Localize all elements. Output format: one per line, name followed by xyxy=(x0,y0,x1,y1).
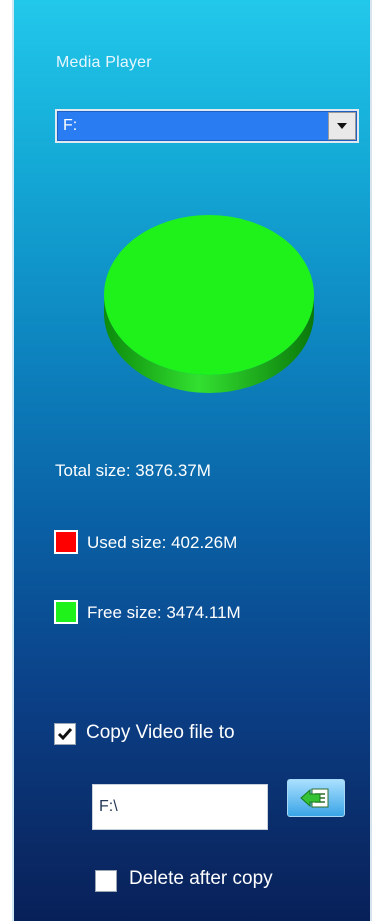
copy-video-label: Copy Video file to xyxy=(86,722,235,743)
copy-destination-button[interactable] xyxy=(287,779,345,817)
panel-title: Media Player xyxy=(56,54,152,71)
chevron-down-icon xyxy=(337,123,347,129)
drive-select[interactable]: F: xyxy=(55,109,359,143)
copy-arrow-icon xyxy=(300,788,329,808)
total-size-label: Total size: 3876.37M xyxy=(55,461,211,480)
used-size-label: Used size: 402.26M xyxy=(87,533,238,552)
free-size-label: Free size: 3474.11M xyxy=(87,603,241,622)
destination-path-input[interactable] xyxy=(92,784,268,830)
delete-after-copy-checkbox[interactable] xyxy=(95,870,117,892)
free-color-swatch xyxy=(54,600,78,624)
drive-select-value: F: xyxy=(63,117,78,134)
used-color-swatch xyxy=(54,530,78,554)
delete-after-copy-label: Delete after copy xyxy=(129,868,273,889)
disk-usage-chart xyxy=(94,205,324,405)
copy-video-checkbox[interactable] xyxy=(54,723,76,745)
checkmark-icon xyxy=(57,728,73,741)
drive-select-arrow-button[interactable] xyxy=(328,112,356,140)
media-player-panel: Media Player F: Total size: 3876.37M Use… xyxy=(12,0,372,921)
